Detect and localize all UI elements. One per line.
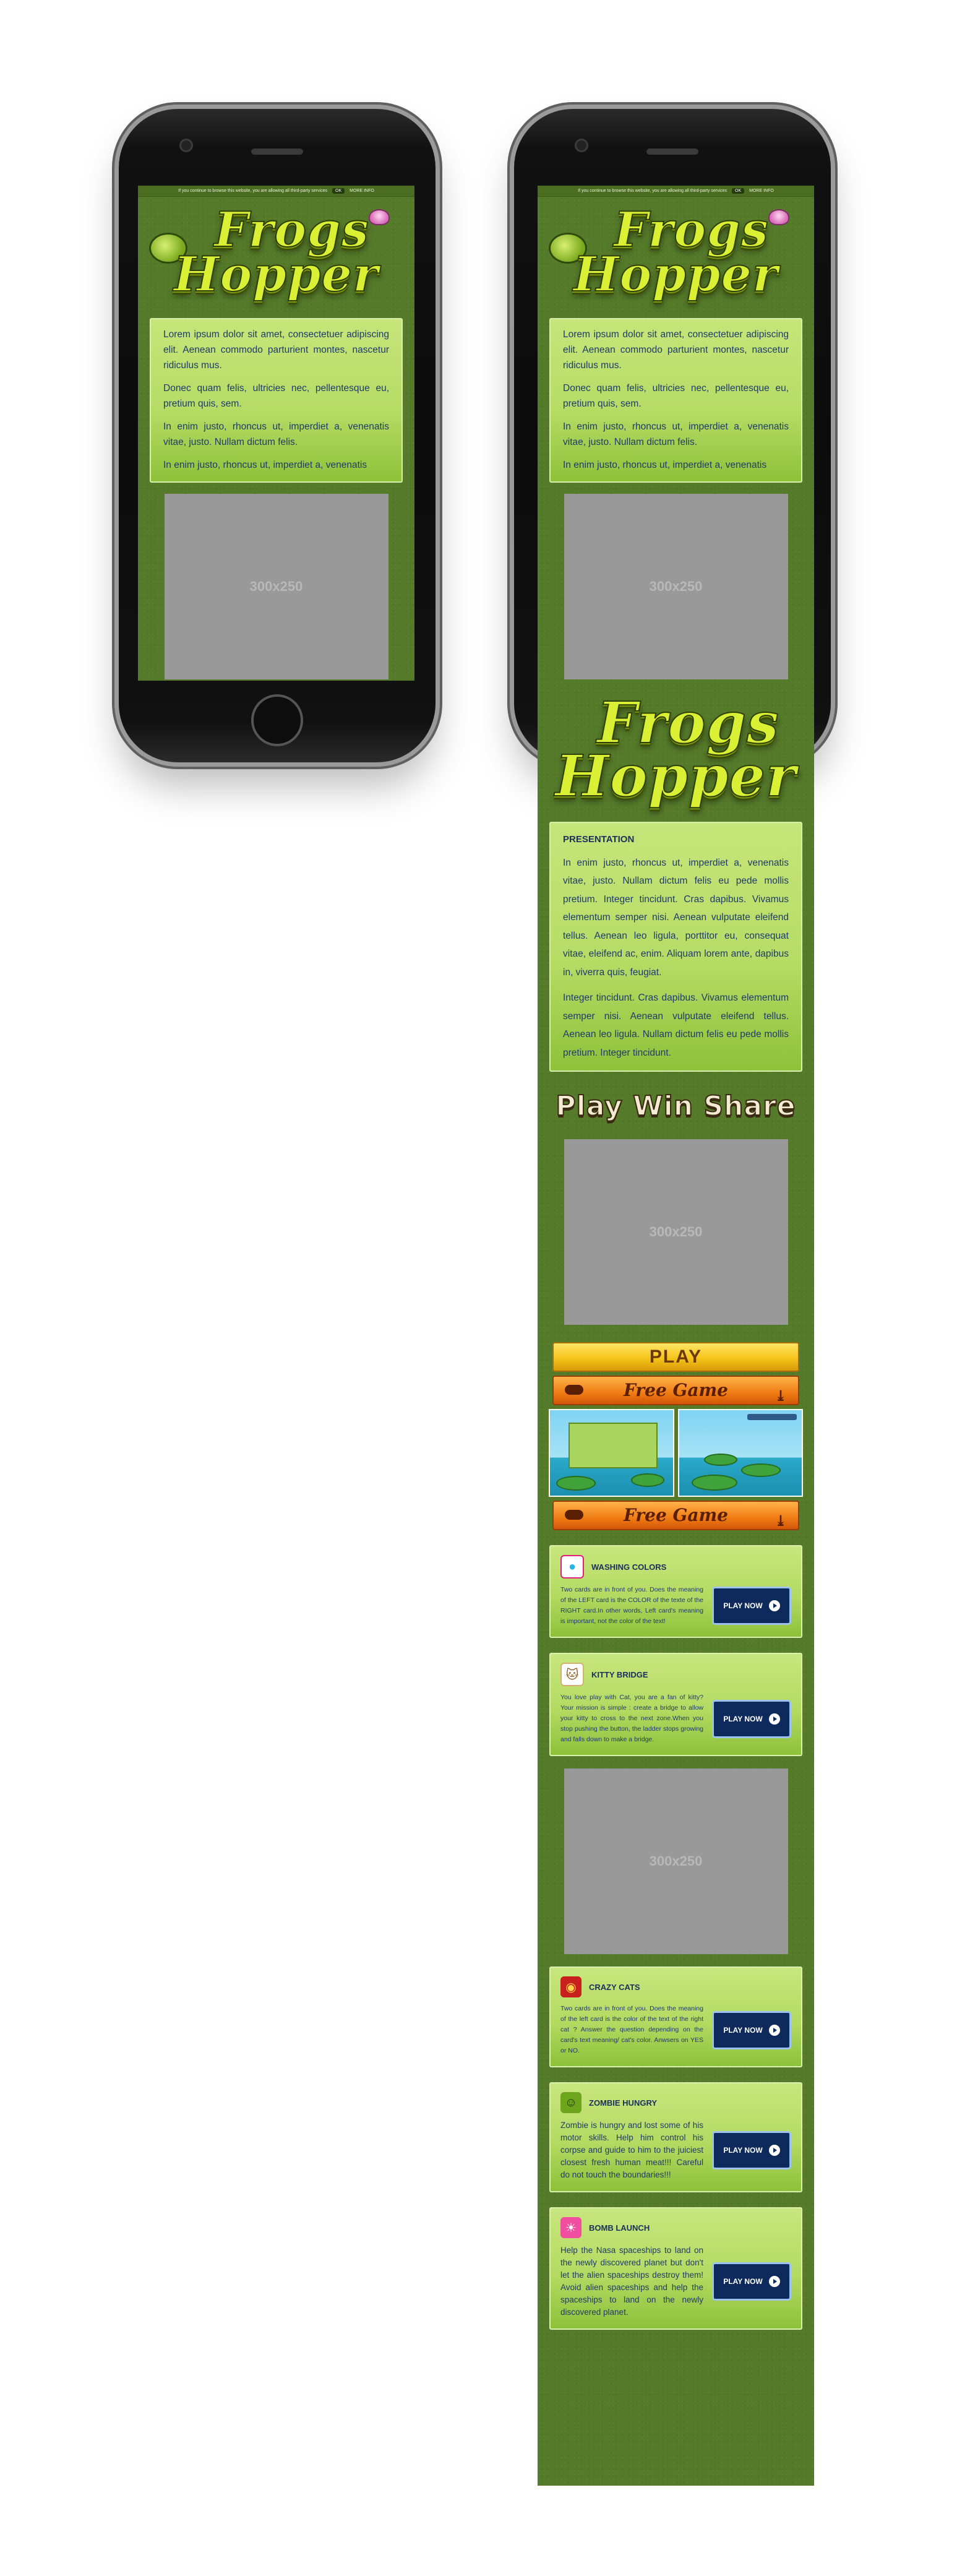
game-card-crazy-cats: ◉ CRAZY CATS Two cards are in front of y… [549, 1966, 802, 2067]
game-screenshots [549, 1409, 803, 1497]
game-description: Help the Nasa spaceships to land on the … [560, 2246, 703, 2317]
free-game-button[interactable]: Free Game ⤓ [552, 1376, 799, 1405]
play-icon [768, 2276, 780, 2287]
intro-paragraph-3: In enim justo, rhoncus ut, imperdiet a, … [563, 421, 789, 447]
logo-line-2: Hopper [173, 246, 379, 303]
zombie-hungry-icon: ☺ [560, 2092, 581, 2113]
presentation-paragraph-2: Integer tincidunt. Cras dapibus. Vivamus… [563, 993, 789, 1058]
game-description: You love play with Cat, you are a fan of… [560, 1694, 703, 1743]
lily-pad [556, 1476, 596, 1491]
play-icon [768, 2145, 780, 2156]
play-now-label: PLAY NOW [723, 2277, 763, 2286]
cookie-text: If you continue to browse this website, … [578, 189, 727, 193]
play-now-label: PLAY NOW [723, 1714, 763, 1723]
play-now-button[interactable]: PLAY NOW [712, 2010, 791, 2049]
cookie-ok-button[interactable]: OK [332, 188, 345, 194]
lily-pad [703, 1454, 737, 1466]
title-panel [569, 1423, 658, 1468]
play-icon [768, 2024, 780, 2036]
presentation-paragraph-1: In enim justo, rhoncus ut, imperdiet a, … [563, 857, 789, 978]
play-win-share-tagline: Play Win Share [555, 1090, 796, 1122]
play-button[interactable]: PLAY [552, 1342, 799, 1372]
cookie-ok-button[interactable]: OK [732, 188, 745, 194]
intro-paragraph-2: Donec quam felis, ultricies nec, pellent… [163, 383, 389, 409]
home-button[interactable] [251, 694, 303, 746]
intro-text-box: Lorem ipsum dolor sit amet, consectetuer… [150, 318, 403, 483]
screenshot-gameplay[interactable] [677, 1409, 803, 1497]
ad-size-label: 300x250 [649, 1224, 703, 1239]
play-icon [768, 1600, 780, 1611]
free-game-label: Free Game [623, 1505, 728, 1525]
presentation-box: PRESENTATION In enim justo, rhoncus ut, … [549, 822, 802, 1072]
game-title: WASHING COLORS [591, 1562, 667, 1572]
cookie-text: If you continue to browse this website, … [178, 189, 328, 193]
intro-paragraph-4: In enim justo, rhoncus ut, imperdiet a, … [163, 460, 367, 470]
play-now-button[interactable]: PLAY NOW [712, 1587, 791, 1625]
game-card-zombie-hungry: ☺ ZOMBIE HUNGRY Zombie is hungry and los… [549, 2082, 802, 2192]
crazy-cats-icon: ◉ [560, 1976, 581, 1997]
play-now-label: PLAY NOW [723, 1601, 763, 1610]
ad-size-label: 300x250 [649, 1853, 703, 1869]
ad-placeholder[interactable]: 300x250 [564, 1768, 788, 1954]
lily-pad [691, 1475, 737, 1491]
cookie-banner: If you continue to browse this website, … [538, 186, 814, 197]
game-title: CRAZY CATS [589, 1982, 640, 1992]
kitty-bridge-icon: 🐱 [560, 1663, 584, 1686]
game-description: Two cards are in front of you. Does the … [560, 2005, 703, 2054]
frogs-hopper-logo-secondary: Frogs Hopper [538, 686, 814, 810]
washing-colors-icon: ● [560, 1555, 584, 1579]
logo-line-2: Hopper [573, 246, 779, 303]
lily-pad [740, 1463, 781, 1477]
game-card-washing-colors: ● WASHING COLORS Two cards are in front … [549, 1545, 802, 1638]
phone-screen-left: If you continue to browse this website, … [138, 186, 414, 681]
front-camera-icon [575, 139, 588, 152]
phone-screen-full-page: If you continue to browse this website, … [538, 186, 814, 2486]
bomb-launch-icon: ☀ [560, 2217, 581, 2238]
play-now-label: PLAY NOW [723, 2146, 763, 2155]
free-game-label: Free Game [623, 1380, 728, 1400]
presentation-heading: PRESENTATION [563, 834, 635, 845]
play-now-button[interactable]: PLAY NOW [712, 2262, 791, 2301]
download-icon: ⤓ [774, 1512, 787, 1530]
play-icon [768, 1713, 780, 1725]
game-title: ZOMBIE HUNGRY [589, 2098, 658, 2108]
ad-size-label: 300x250 [249, 579, 303, 594]
play-now-button[interactable]: PLAY NOW [712, 1699, 791, 1738]
intro-paragraph-4: In enim justo, rhoncus ut, imperdiet a, … [563, 460, 767, 470]
speaker-grille [646, 149, 698, 155]
game-title: BOMB LAUNCH [589, 2223, 650, 2233]
hud-bar [747, 1414, 797, 1420]
gamepad-icon [565, 1510, 583, 1520]
frogs-hopper-logo: Frogs Hopper [138, 197, 414, 303]
logo-line-2: Hopper [555, 742, 797, 810]
frogs-hopper-logo: Frogs Hopper [538, 197, 814, 303]
ad-placeholder[interactable]: 300x250 [564, 494, 788, 679]
intro-text-box: Lorem ipsum dolor sit amet, consectetuer… [549, 318, 802, 483]
intro-paragraph-1: Lorem ipsum dolor sit amet, consectetuer… [563, 329, 789, 371]
cookie-more-info-link[interactable]: MORE INFO [350, 189, 374, 193]
gamepad-icon [565, 1385, 583, 1395]
intro-paragraph-1: Lorem ipsum dolor sit amet, consectetuer… [163, 329, 389, 371]
intro-paragraph-2: Donec quam felis, ultricies nec, pellent… [563, 383, 789, 409]
front-camera-icon [179, 139, 193, 152]
game-card-bomb-launch: ☀ BOMB LAUNCH Help the Nasa spaceships t… [549, 2207, 802, 2330]
download-icon: ⤓ [774, 1387, 787, 1405]
ad-size-label: 300x250 [649, 579, 703, 594]
ad-placeholder[interactable]: 300x250 [164, 494, 388, 679]
play-now-button[interactable]: PLAY NOW [712, 2131, 791, 2169]
game-description: Zombie is hungry and lost some of his mo… [560, 2121, 703, 2179]
ad-placeholder[interactable]: 300x250 [564, 1139, 788, 1325]
game-description: Two cards are in front of you. Does the … [560, 1586, 703, 1625]
cookie-more-info-link[interactable]: MORE INFO [749, 189, 774, 193]
screenshot-title-screen[interactable] [549, 1409, 674, 1497]
play-now-label: PLAY NOW [723, 2025, 763, 2035]
game-title: KITTY BRIDGE [591, 1669, 648, 1679]
intro-paragraph-3: In enim justo, rhoncus ut, imperdiet a, … [163, 421, 389, 447]
cookie-banner: If you continue to browse this website, … [138, 186, 414, 197]
speaker-grille [251, 149, 303, 155]
free-game-button[interactable]: Free Game ⤓ [552, 1501, 799, 1530]
lily-pad [630, 1473, 664, 1487]
game-card-kitty-bridge: 🐱 KITTY BRIDGE You love play with Cat, y… [549, 1653, 802, 1756]
